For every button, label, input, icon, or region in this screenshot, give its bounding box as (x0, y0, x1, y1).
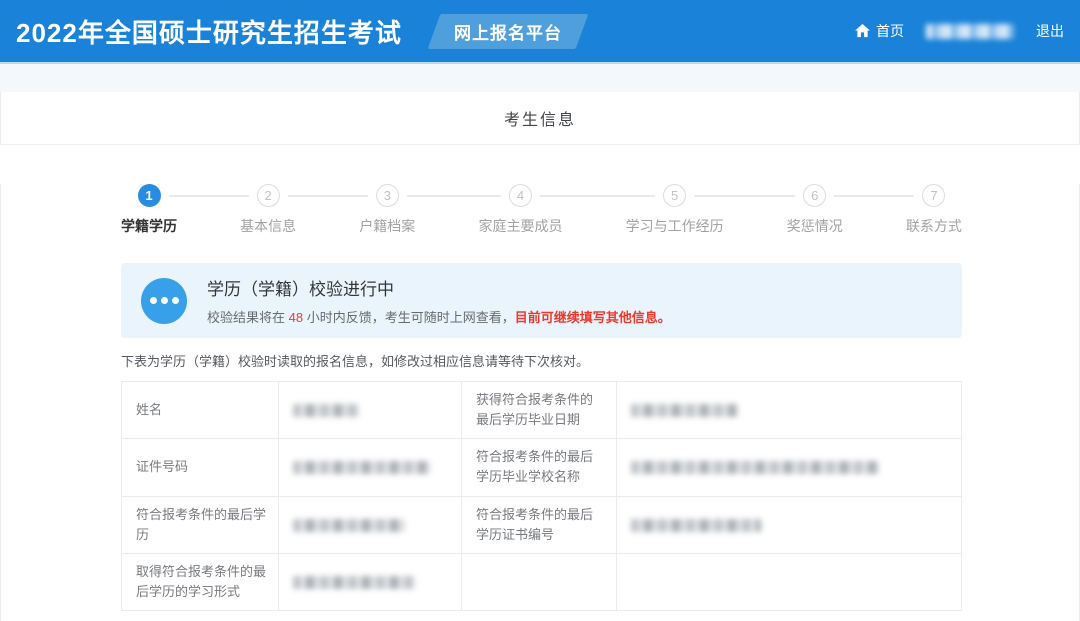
platform-badge: 网上报名平台 (427, 14, 588, 49)
platform-badge-label: 网上报名平台 (454, 19, 562, 44)
desc-part2: 小时内反馈，考生可随时上网查看， (303, 310, 515, 325)
step-circle: 6 (803, 184, 826, 207)
field-value-redacted (617, 439, 962, 496)
stepper-step-3[interactable]: 3 户籍档案 (359, 184, 415, 236)
desc-highlight: 目前可继续填写其他信息。 (515, 310, 671, 325)
step-label: 联系方式 (906, 216, 962, 236)
field-value-empty (617, 553, 962, 610)
step-label: 基本信息 (240, 216, 296, 236)
field-label: 姓名 (122, 382, 279, 439)
header-actions: 首页 退出 (855, 21, 1064, 41)
step-label: 学籍学历 (121, 216, 177, 236)
page: 2022年全国硕士研究生招生考试 网上报名平台 首页 退出 考生信息 1 学籍学… (0, 0, 1080, 621)
stepper-step-2[interactable]: 2 基本信息 (240, 184, 296, 236)
step-circle: 5 (663, 184, 686, 207)
step-label: 奖惩情况 (787, 216, 843, 236)
field-value-redacted (279, 382, 462, 439)
field-value-redacted (617, 496, 962, 553)
field-label: 符合报考条件的最后学历毕业学校名称 (462, 439, 617, 496)
page-title: 考生信息 (504, 106, 576, 130)
app-title: 2022年全国硕士研究生招生考试 (16, 13, 402, 50)
step-circle: 7 (922, 184, 945, 207)
field-value-redacted (617, 382, 962, 439)
verification-status-desc: 校验结果将在 48 小时内反馈，考生可随时上网查看，目前可继续填写其他信息。 (207, 307, 671, 326)
step-circle: 3 (376, 184, 399, 207)
table-note: 下表为学历（学籍）校验时读取的报名信息，如修改过相应信息请等待下次核对。 (121, 351, 962, 370)
step-circle: 4 (509, 184, 532, 207)
field-label: 取得符合报考条件的最后学历的学习形式 (122, 553, 279, 610)
home-link-label: 首页 (876, 21, 904, 41)
main-content: 1 学籍学历 2 基本信息 3 户籍档案 4 家庭主要成员 5 学习与工作经历 … (0, 184, 1080, 621)
field-label: 符合报考条件的最后学历 (122, 496, 279, 553)
step-label: 户籍档案 (359, 216, 415, 236)
table-row: 证件号码 符合报考条件的最后学历毕业学校名称 (122, 439, 962, 496)
table-row: 符合报考条件的最后学历 符合报考条件的最后学历证书编号 (122, 496, 962, 553)
stepper-step-6[interactable]: 6 奖惩情况 (787, 184, 843, 236)
step-label: 学习与工作经历 (626, 216, 724, 236)
header-subband (0, 62, 1080, 92)
step-circle: 1 (138, 184, 161, 207)
verification-status-text: 学历（学籍）校验进行中 校验结果将在 48 小时内反馈，考生可随时上网查看，目前… (207, 275, 671, 326)
verification-status-banner: 学历（学籍）校验进行中 校验结果将在 48 小时内反馈，考生可随时上网查看，目前… (121, 263, 962, 338)
field-label: 证件号码 (122, 439, 279, 496)
verification-status-title: 学历（学籍）校验进行中 (207, 275, 671, 300)
username-redacted (926, 24, 1014, 39)
home-link[interactable]: 首页 (855, 21, 904, 41)
field-label: 符合报考条件的最后学历证书编号 (462, 496, 617, 553)
step-circle: 2 (257, 184, 280, 207)
step-label: 家庭主要成员 (478, 216, 562, 236)
stepper-step-7[interactable]: 7 联系方式 (906, 184, 962, 236)
desc-part1: 校验结果将在 (207, 310, 289, 325)
desc-hours: 48 (289, 310, 303, 325)
stepper-step-5[interactable]: 5 学习与工作经历 (626, 184, 724, 236)
page-title-bar: 考生信息 (0, 92, 1080, 145)
table-row: 姓名 获得符合报考条件的最后学历毕业日期 (122, 382, 962, 439)
field-label (462, 553, 617, 610)
registration-info-table: 姓名 获得符合报考条件的最后学历毕业日期 证件号码 符合报考条件的最后学历毕业学… (121, 381, 962, 611)
logout-link[interactable]: 退出 (1036, 21, 1064, 41)
field-value-redacted (279, 496, 462, 553)
home-icon (855, 24, 870, 38)
stepper-step-4[interactable]: 4 家庭主要成员 (478, 184, 562, 236)
app-header: 2022年全国硕士研究生招生考试 网上报名平台 首页 退出 (0, 0, 1080, 62)
stepper: 1 学籍学历 2 基本信息 3 户籍档案 4 家庭主要成员 5 学习与工作经历 … (121, 184, 962, 236)
ellipsis-icon (141, 278, 187, 324)
field-label: 获得符合报考条件的最后学历毕业日期 (462, 382, 617, 439)
field-value-redacted (279, 553, 462, 610)
table-row: 取得符合报考条件的最后学历的学习形式 (122, 553, 962, 610)
stepper-step-1[interactable]: 1 学籍学历 (121, 184, 177, 236)
field-value-redacted (279, 439, 462, 496)
